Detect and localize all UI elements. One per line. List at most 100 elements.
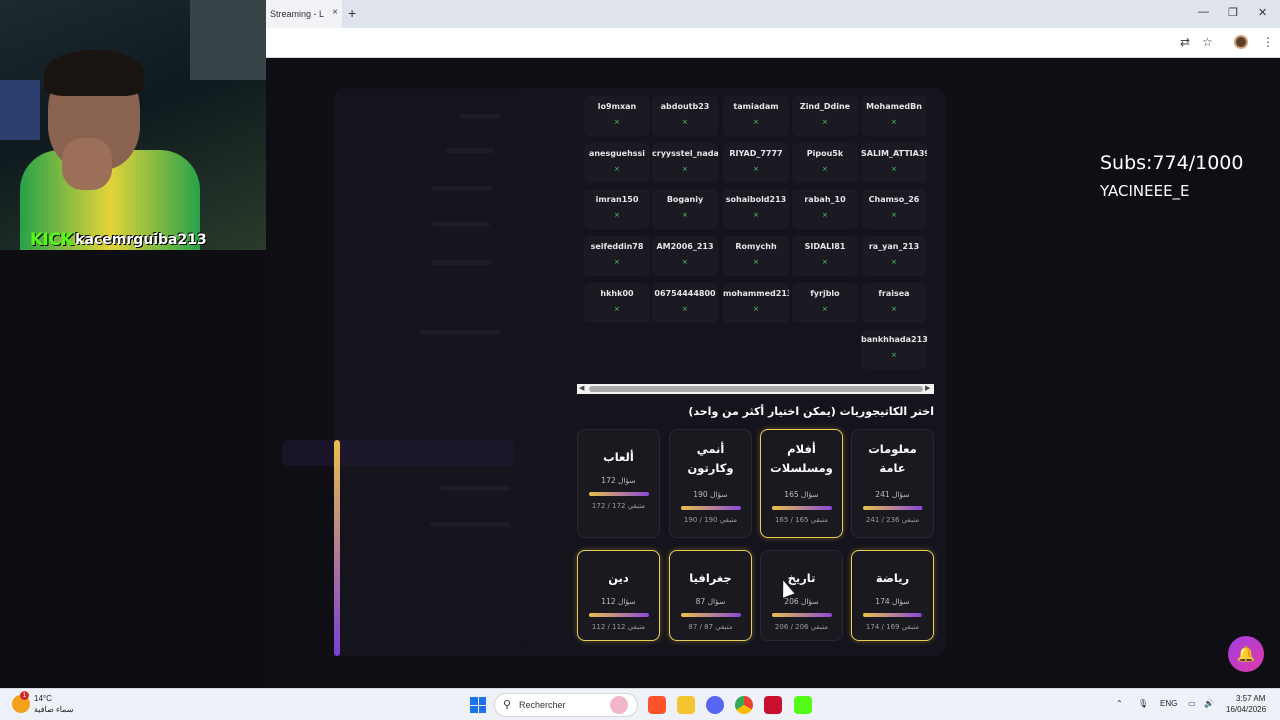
- user-cell[interactable]: bankhhada213 ×: [861, 329, 927, 369]
- remove-user-icon[interactable]: ×: [614, 118, 620, 126]
- user-cell[interactable]: hkhk00 ×: [584, 283, 650, 323]
- remove-user-icon[interactable]: ×: [822, 258, 828, 266]
- browser-tab[interactable]: Streaming - L ×: [266, 0, 342, 28]
- remove-user-icon[interactable]: ×: [753, 165, 759, 173]
- file-explorer-icon[interactable]: [677, 696, 695, 714]
- category-card[interactable]: دين 112 سؤال متبقي 112 / 112: [577, 550, 660, 641]
- user-cell[interactable]: AM2006_213 ×: [652, 236, 718, 276]
- user-cell[interactable]: tamiadam ×: [723, 96, 789, 136]
- remove-user-icon[interactable]: ×: [682, 118, 688, 126]
- category-title: ألعاب: [578, 448, 659, 467]
- minimize-button[interactable]: —: [1198, 6, 1209, 18]
- user-cell[interactable]: SIDALI81 ×: [792, 236, 858, 276]
- category-progress-bar: [681, 506, 741, 510]
- clock-time[interactable]: 3:57 AM: [1236, 694, 1265, 703]
- user-cell[interactable]: Chamso_26 ×: [861, 189, 927, 229]
- user-cell[interactable]: Romychh ×: [723, 236, 789, 276]
- remove-user-icon[interactable]: ×: [753, 211, 759, 219]
- microphone-icon[interactable]: 🎙: [1138, 699, 1148, 708]
- category-title: رياضة: [852, 569, 933, 588]
- new-tab-button[interactable]: +: [348, 5, 356, 21]
- user-cell[interactable]: 06754444800 ×: [652, 283, 718, 323]
- discord-icon[interactable]: [706, 696, 724, 714]
- language-indicator[interactable]: ENG: [1160, 699, 1177, 708]
- translate-icon[interactable]: ⇄: [1180, 35, 1190, 49]
- user-cell[interactable]: Zind_Ddine ×: [792, 96, 858, 136]
- adobe-app-icon[interactable]: [764, 696, 782, 714]
- user-cell[interactable]: lo9mxan ×: [584, 96, 650, 136]
- category-card[interactable]: معلومات عامة 241 سؤال متبقي 236 / 241: [851, 429, 934, 538]
- user-cell[interactable]: sohaibold213 ×: [723, 189, 789, 229]
- remove-user-icon[interactable]: ×: [891, 118, 897, 126]
- close-window-button[interactable]: ✕: [1258, 6, 1267, 19]
- category-card[interactable]: تاريخ 206 سؤال متبقي 206 / 206: [760, 550, 843, 641]
- scroll-right-icon[interactable]: ▶: [925, 384, 930, 392]
- user-cell[interactable]: rabah_10 ×: [792, 189, 858, 229]
- remove-user-icon[interactable]: ×: [822, 211, 828, 219]
- user-cell[interactable]: fraisea ×: [861, 283, 927, 323]
- category-card[interactable]: رياضة 174 سؤال متبقي 169 / 174: [851, 550, 934, 641]
- brave-browser-icon[interactable]: [648, 696, 666, 714]
- flowers-widget-icon[interactable]: [610, 696, 628, 714]
- tray-overflow-icon[interactable]: ⌃: [1116, 699, 1123, 708]
- remove-user-icon[interactable]: ×: [891, 351, 897, 359]
- weather-temperature[interactable]: 14°C: [34, 694, 52, 703]
- remove-user-icon[interactable]: ×: [682, 305, 688, 313]
- remove-user-icon[interactable]: ×: [891, 211, 897, 219]
- category-title-line: عامة: [879, 461, 906, 475]
- user-cell[interactable]: mohammed213J ×: [723, 283, 789, 323]
- user-cell[interactable]: MohamedBn ×: [861, 96, 927, 136]
- user-cell[interactable]: seifeddin78 ×: [584, 236, 650, 276]
- remove-user-icon[interactable]: ×: [891, 165, 897, 173]
- user-cell[interactable]: fyrjblo ×: [792, 283, 858, 323]
- weather-description[interactable]: سماء صافية: [34, 705, 74, 714]
- webcam-hand: [62, 138, 112, 190]
- restore-button[interactable]: ❐: [1228, 6, 1238, 19]
- chrome-icon[interactable]: [735, 696, 753, 714]
- remove-user-icon[interactable]: ×: [891, 258, 897, 266]
- user-cell[interactable]: Pipou5k ×: [792, 143, 858, 183]
- tab-close-icon[interactable]: ×: [332, 7, 338, 18]
- bell-button[interactable]: 🔔: [1228, 636, 1264, 672]
- category-card[interactable]: ألعاب 172 سؤال متبقي 172 / 172: [577, 429, 660, 538]
- scroll-left-icon[interactable]: ◀: [579, 384, 584, 392]
- user-cell[interactable]: ra_yan_213 ×: [861, 236, 927, 276]
- kick-app-icon[interactable]: [794, 696, 812, 714]
- network-icon[interactable]: ▭: [1188, 699, 1196, 708]
- remove-user-icon[interactable]: ×: [822, 305, 828, 313]
- remove-user-icon[interactable]: ×: [614, 165, 620, 173]
- start-button[interactable]: [470, 697, 486, 713]
- horizontal-scrollbar[interactable]: ◀ ▶: [577, 384, 934, 394]
- category-card[interactable]: جغرافيا 87 سؤال متبقي 87 / 87: [669, 550, 752, 641]
- user-cell[interactable]: anesguehssi ×: [584, 143, 650, 183]
- remove-user-icon[interactable]: ×: [753, 305, 759, 313]
- category-card[interactable]: أفلام ومسلسلات 165 سؤال متبقي 165 / 165: [760, 429, 843, 538]
- remove-user-icon[interactable]: ×: [822, 118, 828, 126]
- remove-user-icon[interactable]: ×: [753, 258, 759, 266]
- scrollbar-thumb[interactable]: [589, 386, 923, 392]
- user-cell[interactable]: imran150 ×: [584, 189, 650, 229]
- user-cell[interactable]: RIYAD_7777 ×: [723, 143, 789, 183]
- remove-user-icon[interactable]: ×: [682, 165, 688, 173]
- remove-user-icon[interactable]: ×: [753, 118, 759, 126]
- user-cell[interactable]: cryysstel_nada1 ×: [652, 143, 718, 183]
- remove-user-icon[interactable]: ×: [614, 258, 620, 266]
- users-grid: lo9mxan × abdoutb23 × tamiadam × Zind_Ddine × Mo…: [580, 96, 930, 378]
- category-progress-bar: [863, 506, 923, 510]
- user-cell[interactable]: abdoutb23 ×: [652, 96, 718, 136]
- address-bar[interactable]: ⇄ ☆ ⋮: [266, 28, 1280, 58]
- remove-user-icon[interactable]: ×: [614, 211, 620, 219]
- menu-kebab-icon[interactable]: ⋮: [1262, 35, 1274, 49]
- volume-icon[interactable]: 🔊: [1204, 699, 1214, 708]
- remove-user-icon[interactable]: ×: [682, 211, 688, 219]
- bookmark-star-icon[interactable]: ☆: [1202, 35, 1213, 49]
- category-card[interactable]: أنمي وكارتون 190 سؤال متبقي 190 / 190: [669, 429, 752, 538]
- profile-avatar[interactable]: [1234, 35, 1248, 49]
- user-cell[interactable]: SALIM_ATTIA39 ×: [861, 143, 927, 183]
- clock-date[interactable]: 16/04/2026: [1226, 705, 1266, 714]
- remove-user-icon[interactable]: ×: [891, 305, 897, 313]
- remove-user-icon[interactable]: ×: [822, 165, 828, 173]
- remove-user-icon[interactable]: ×: [682, 258, 688, 266]
- remove-user-icon[interactable]: ×: [614, 305, 620, 313]
- user-cell[interactable]: Boganiy ×: [652, 189, 718, 229]
